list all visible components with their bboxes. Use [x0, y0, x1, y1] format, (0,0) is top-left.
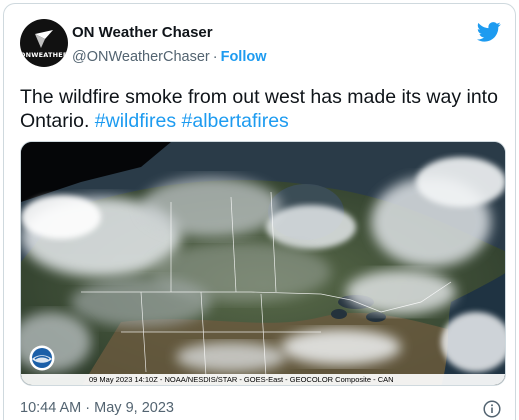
- hashtag-wildfires[interactable]: #wildfires: [95, 110, 176, 132]
- satellite-map: [21, 142, 505, 385]
- image-caption: 09 May 2023 14:10Z - NOAA/NESDIS/STAR - …: [21, 374, 505, 385]
- tweet-text: The wildfire smoke from out west has mad…: [20, 85, 500, 133]
- noaa-logo: [29, 345, 55, 371]
- avatar-label: ONWEATHER: [20, 50, 68, 59]
- separator-dot: ·: [212, 49, 218, 65]
- arrow-logo-icon: [35, 29, 53, 48]
- satellite-image[interactable]: 09 May 2023 14:10Z - NOAA/NESDIS/STAR - …: [20, 141, 506, 386]
- twitter-bird-icon[interactable]: [477, 22, 501, 42]
- follow-button[interactable]: Follow: [221, 49, 267, 65]
- author-display-name[interactable]: ON Weather Chaser: [72, 24, 213, 41]
- tweet-card: ONWEATHER ON Weather Chaser @ONWeatherCh…: [3, 3, 516, 420]
- hashtag-albertafires[interactable]: #albertafires: [182, 110, 289, 132]
- avatar[interactable]: ONWEATHER: [20, 19, 68, 67]
- info-icon[interactable]: [483, 400, 501, 418]
- author-handle-row: @ONWeatherChaser · Follow: [72, 49, 267, 65]
- tweet-timestamp[interactable]: 10:44 AM · May 9, 2023: [20, 400, 174, 416]
- author-handle[interactable]: @ONWeatherChaser: [72, 49, 210, 65]
